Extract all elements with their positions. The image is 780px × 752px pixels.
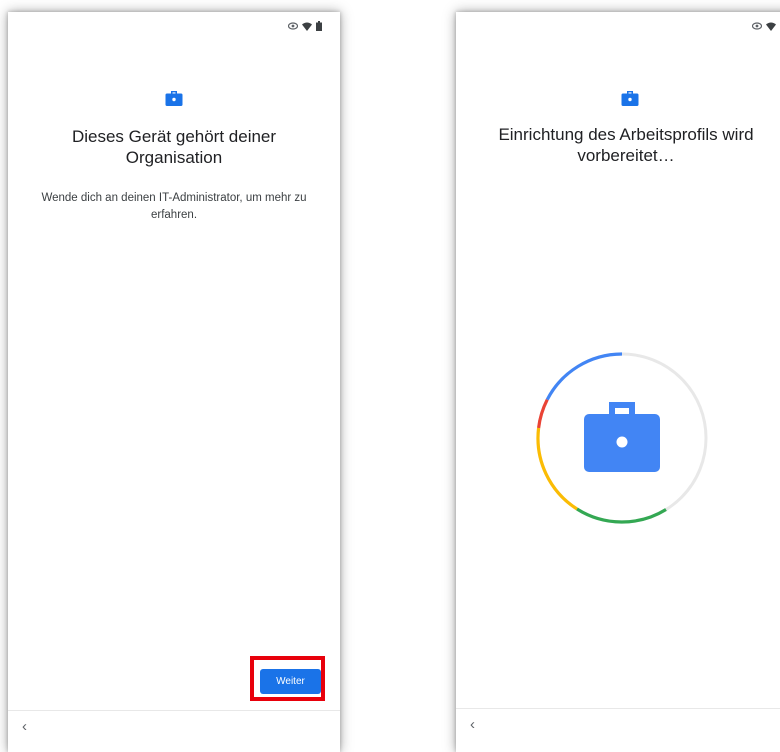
page-description: Wende dich an deinen IT-Administrator, u… bbox=[41, 192, 307, 221]
status-bar bbox=[288, 20, 322, 32]
navigation-bar: ‹ bbox=[456, 708, 780, 751]
eye-icon bbox=[752, 22, 762, 30]
screen-device-owned: Dieses Gerät gehört deiner Organisation … bbox=[8, 12, 340, 752]
wifi-icon bbox=[766, 22, 776, 31]
battery-icon bbox=[316, 21, 322, 31]
page-title: Dieses Gerät gehört deiner Organisation bbox=[71, 127, 277, 167]
page-title: Einrichtung des Arbeitsprofils wird vorb… bbox=[498, 125, 754, 165]
continue-button[interactable]: Weiter bbox=[260, 669, 321, 694]
progress-ring bbox=[534, 350, 710, 526]
status-bar bbox=[752, 20, 780, 32]
wifi-icon bbox=[302, 22, 312, 31]
briefcase-icon bbox=[584, 402, 660, 472]
eye-icon bbox=[288, 22, 298, 30]
navigation-bar: ‹ bbox=[8, 710, 340, 752]
briefcase-icon bbox=[621, 91, 639, 106]
back-button[interactable]: ‹ bbox=[470, 717, 475, 733]
screen-work-profile-setup: Einrichtung des Arbeitsprofils wird vorb… bbox=[456, 12, 780, 752]
back-button[interactable]: ‹ bbox=[22, 719, 27, 735]
briefcase-icon bbox=[165, 91, 183, 106]
